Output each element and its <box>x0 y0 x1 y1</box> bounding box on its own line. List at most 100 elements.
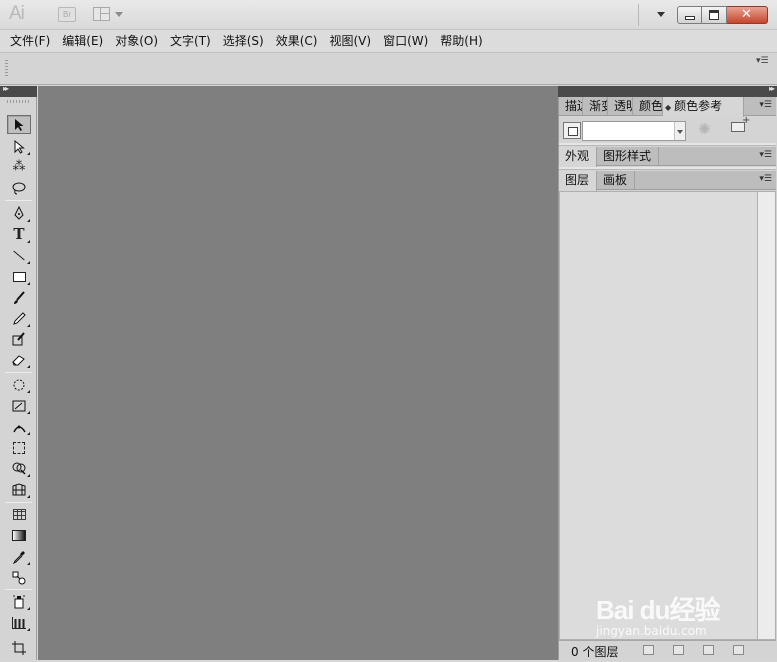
menu-select[interactable]: 选择(S) <box>217 30 270 52</box>
blend-icon <box>12 571 26 584</box>
pen-tool[interactable] <box>7 204 31 223</box>
flyout-indicator <box>27 240 30 243</box>
minimize-button[interactable] <box>677 6 702 24</box>
type-icon: T <box>13 225 25 243</box>
locate-object-icon[interactable] <box>643 645 654 655</box>
color-panel-tabs: 描边 渐变 透明 颜色 ◆颜色参考 ▾☰ <box>559 97 776 117</box>
blend-tool[interactable] <box>7 568 31 587</box>
blob-brush-tool[interactable] <box>7 329 31 348</box>
panel-divider[interactable] <box>559 167 776 170</box>
tab-arrows-icon: ◆ <box>665 103 672 112</box>
maximize-icon <box>709 10 719 20</box>
rotate-icon <box>13 379 25 390</box>
menu-effect[interactable]: 效果(C) <box>270 30 324 52</box>
shape-builder-tool[interactable] <box>7 459 31 478</box>
mesh-tool[interactable] <box>7 505 31 524</box>
tool-separator <box>5 502 32 503</box>
eyedropper-tool[interactable] <box>7 547 31 566</box>
chevron-down-icon <box>674 122 685 140</box>
gradient-icon <box>12 530 26 541</box>
panel-menu-icon[interactable]: ▾☰ <box>756 56 769 66</box>
maximize-button[interactable] <box>702 6 727 24</box>
workspace-dropdown-icon[interactable] <box>657 12 665 17</box>
artboard-tool[interactable] <box>7 638 31 657</box>
column-graph-tool[interactable] <box>7 613 31 632</box>
minimize-icon <box>685 16 695 20</box>
title-bar: Ai Br ✕ <box>0 0 777 30</box>
rectangle-tool[interactable] <box>7 267 31 286</box>
tab-appearance[interactable]: 外观 <box>559 147 597 167</box>
tab-stroke[interactable]: 描边 <box>559 97 583 116</box>
menu-help[interactable]: 帮助(H) <box>434 30 488 52</box>
menu-file[interactable]: 文件(F) <box>4 30 56 52</box>
direct-selection-icon <box>14 139 25 154</box>
tab-artboards[interactable]: 画板 <box>597 171 635 190</box>
make-clipping-mask-icon[interactable] <box>673 645 684 655</box>
color-guide-base-swatch[interactable] <box>563 122 581 139</box>
menu-view[interactable]: 视图(V) <box>323 30 377 52</box>
control-bar: ▾☰ <box>0 54 777 85</box>
close-button[interactable]: ✕ <box>727 6 768 24</box>
bridge-button[interactable]: Br <box>58 7 76 22</box>
expand-icon[interactable]: ▸▸ <box>3 84 9 93</box>
panel-menu-icon[interactable]: ▾☰ <box>759 174 772 184</box>
harmony-rules-dropdown[interactable] <box>582 121 686 141</box>
menu-type[interactable]: 文字(T) <box>164 30 217 52</box>
lasso-tool[interactable] <box>7 178 31 197</box>
flyout-indicator <box>27 607 30 610</box>
layers-footer: 0 个图层 <box>559 640 776 660</box>
tab-color-guide[interactable]: ◆ 颜色参考 <box>663 97 744 117</box>
panel-menu-icon[interactable]: ▾☰ <box>759 150 772 160</box>
tools-grip[interactable] <box>7 100 31 103</box>
symbol-sprayer-tool[interactable] <box>7 592 31 611</box>
width-tool[interactable] <box>7 417 31 436</box>
artboard-icon <box>12 640 26 655</box>
tab-graphic-styles[interactable]: 图形样式 <box>597 147 659 166</box>
menu-edit[interactable]: 编辑(E) <box>56 30 109 52</box>
type-tool[interactable]: T <box>7 225 31 244</box>
flyout-indicator <box>27 411 30 414</box>
eraser-tool[interactable] <box>7 350 31 369</box>
tools-panel-header[interactable]: ▸▸ <box>0 84 37 97</box>
tab-layers[interactable]: 图层 <box>559 171 597 191</box>
magic-wand-icon: ⁂ <box>12 159 26 174</box>
control-bar-grip[interactable] <box>5 60 8 78</box>
pencil-tool[interactable] <box>7 309 31 328</box>
panel-menu-icon[interactable]: ▾☰ <box>759 100 772 110</box>
flyout-indicator <box>27 432 30 435</box>
layers-scrollbar[interactable] <box>758 191 776 640</box>
tab-gradient[interactable]: 渐变 <box>583 97 608 116</box>
scale-tool[interactable] <box>7 396 31 415</box>
document-canvas[interactable] <box>38 86 558 660</box>
save-color-group-icon[interactable] <box>731 115 750 132</box>
magic-wand-tool[interactable]: ⁂ <box>7 157 31 176</box>
rotate-tool[interactable] <box>7 375 31 394</box>
tab-color[interactable]: 颜色 <box>633 97 663 116</box>
menu-object[interactable]: 对象(O) <box>109 30 164 52</box>
collapse-icon[interactable]: ▸▸ <box>769 84 775 93</box>
perspective-grid-tool[interactable] <box>7 480 31 499</box>
layers-list[interactable] <box>559 191 758 640</box>
direct-selection-tool[interactable] <box>7 137 31 156</box>
lasso-icon <box>12 182 26 194</box>
delete-layer-icon[interactable] <box>733 645 744 655</box>
paintbrush-tool[interactable] <box>7 288 31 307</box>
arrange-grid-icon <box>93 7 110 21</box>
line-icon <box>13 250 25 261</box>
edit-colors-icon[interactable]: ✺ <box>698 120 711 138</box>
column-graph-icon <box>12 616 26 629</box>
selection-tool[interactable] <box>7 115 31 134</box>
rectangle-icon <box>12 271 26 282</box>
menu-window[interactable]: 窗口(W) <box>377 30 434 52</box>
gradient-tool[interactable] <box>7 526 31 545</box>
pen-icon <box>14 206 24 220</box>
dock-header[interactable]: ▸▸ <box>558 84 777 97</box>
arrange-documents-button[interactable] <box>93 6 123 22</box>
panel-divider[interactable] <box>559 143 776 146</box>
create-sublayer-icon[interactable] <box>703 645 714 655</box>
free-transform-tool[interactable] <box>7 438 31 457</box>
panel-dock: 描边 渐变 透明 颜色 ◆颜色参考 ▾☰ ✺ 外观 图形样式 ▾☰ 图层 画板 … <box>558 97 777 660</box>
title-separator <box>638 4 639 26</box>
tab-transparency[interactable]: 透明 <box>608 97 633 116</box>
line-segment-tool[interactable] <box>7 246 31 265</box>
